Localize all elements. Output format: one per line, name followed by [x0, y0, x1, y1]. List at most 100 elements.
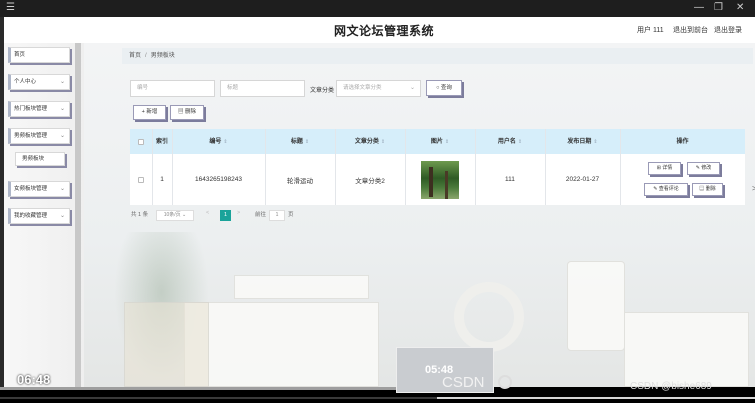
- input-placeholder: 标题: [227, 85, 239, 91]
- cell-title: 轮滑运动: [287, 177, 313, 185]
- delete-button-label: 删除: [185, 109, 197, 115]
- edit-button-label: 修改: [701, 165, 712, 171]
- app-window: 网文论坛管理系统 用户 111 退出到前台 退出登录 首页 个人中心 ⌄ 热门板…: [4, 17, 755, 387]
- sidebar-item-favorites[interactable]: 我的收藏管理 ⌄: [8, 208, 70, 224]
- video-progress-fill[interactable]: [0, 387, 438, 390]
- view-comments-button-label: 查看评论: [658, 186, 679, 192]
- select-placeholder: 请选择文章分类: [343, 85, 382, 91]
- logout-link[interactable]: 退出登录: [714, 25, 742, 35]
- background-cylinder: [567, 261, 625, 351]
- sort-icon[interactable]: ⇕: [305, 138, 309, 146]
- search-icon: ○: [436, 85, 440, 91]
- column-header-category[interactable]: 文章分类 ⇕: [335, 129, 405, 154]
- sidebar-item-label: 热门板块管理: [14, 106, 48, 112]
- article-thumbnail-image[interactable]: [421, 160, 459, 199]
- sort-icon[interactable]: ⇕: [445, 138, 449, 146]
- row-checkbox[interactable]: [138, 176, 144, 183]
- background-block: [234, 275, 369, 299]
- top-header: 网文论坛管理系统 用户 111 退出到前台 退出登录: [4, 17, 755, 43]
- add-button[interactable]: + 新增: [133, 105, 166, 120]
- cell-category: 文章分类2: [355, 177, 385, 185]
- cell-date: 2022-01-27: [565, 176, 600, 183]
- minimize-icon[interactable]: —: [694, 1, 704, 15]
- sort-icon[interactable]: ⇕: [223, 138, 227, 146]
- select-all-checkbox-cell[interactable]: [130, 129, 152, 154]
- page-size-value: 10条/页: [163, 212, 181, 218]
- column-header-index: 索引: [152, 129, 172, 154]
- detail-button[interactable]: ⊞ 详情: [648, 162, 681, 175]
- search-button-label: 查询: [440, 85, 452, 91]
- chevron-down-icon: ⌄: [59, 106, 65, 112]
- edit-icon: ✎: [695, 165, 700, 171]
- trash-icon: ▤: [699, 186, 705, 192]
- sidebar-item-label: 男频板块管理: [14, 133, 48, 139]
- column-header-label: 图片: [430, 138, 443, 145]
- background-block: [624, 312, 749, 387]
- prev-page-button[interactable]: <: [206, 210, 209, 216]
- row-checkbox-cell[interactable]: [130, 154, 152, 205]
- app-title: 网文论坛管理系统: [334, 24, 435, 38]
- column-header-username[interactable]: 用户名 ⇕: [475, 129, 545, 154]
- column-header-label: 编号: [209, 138, 222, 145]
- title-search-input[interactable]: 标题: [220, 80, 305, 97]
- page-1-button[interactable]: 1: [220, 210, 231, 221]
- close-icon[interactable]: ✕: [736, 1, 744, 15]
- column-header-label: 标题: [290, 138, 303, 145]
- video-current-time: 06:48: [17, 372, 51, 387]
- hamburger-icon[interactable]: ☰: [6, 1, 15, 15]
- sidebar-item-home[interactable]: 首页: [8, 47, 70, 63]
- column-header-label: 操作: [676, 138, 689, 145]
- edit-button[interactable]: ✎ 修改: [687, 162, 720, 175]
- number-search-input[interactable]: 编号: [130, 80, 215, 97]
- breadcrumb-current: 男频板块: [150, 53, 175, 59]
- batch-delete-button[interactable]: ▤ 删除: [170, 105, 204, 120]
- sidebar-item-label: 个人中心: [14, 79, 37, 85]
- watermark-csdn: CSDN: [442, 374, 485, 391]
- cell-image: [405, 154, 475, 205]
- sort-icon[interactable]: ⇕: [518, 138, 522, 146]
- column-header-number[interactable]: 编号 ⇕: [172, 129, 265, 154]
- current-user-label: 用户 111: [637, 27, 664, 34]
- column-header-title[interactable]: 标题 ⇕: [265, 129, 335, 154]
- page-size-select[interactable]: 10条/页 ⌄: [156, 210, 194, 221]
- column-header-label: 文章分类: [354, 138, 379, 145]
- sidebar-scrollbar[interactable]: [75, 43, 81, 387]
- sidebar-item-label: 首页: [14, 52, 26, 58]
- column-header-image[interactable]: 图片 ⇕: [405, 129, 475, 154]
- chevron-down-icon: ⌄: [59, 213, 65, 219]
- row-delete-button[interactable]: ▤ 删除: [692, 183, 723, 196]
- pagination-total: 共 1 条: [131, 212, 149, 218]
- chevron-down-icon: ⌄: [59, 186, 65, 192]
- category-select[interactable]: 请选择文章分类 ⌄: [336, 80, 421, 97]
- cell-username: 111: [505, 176, 515, 183]
- sidebar-item-label: 我的收藏管理: [14, 213, 48, 219]
- search-button[interactable]: ○ 查询: [426, 80, 462, 96]
- sidebar-item-label: 男频板块: [22, 156, 45, 162]
- watermark-logo-icon: [498, 375, 512, 389]
- sidebar-item-hot-board[interactable]: 热门板块管理 ⌄: [8, 101, 70, 117]
- column-header-label: 用户名: [497, 138, 516, 145]
- watermark-user: CSDN @bishe689: [630, 381, 712, 392]
- goto-suffix: 页: [288, 212, 294, 218]
- sidebar-subitem-male-board[interactable]: 男频板块: [15, 152, 65, 166]
- sidebar-item-male-board-management[interactable]: 男频板块管理 ⌄: [8, 128, 70, 144]
- next-page-button[interactable]: >: [237, 210, 240, 216]
- row-delete-button-label: 删除: [705, 186, 716, 192]
- restore-icon[interactable]: ❐: [714, 1, 723, 15]
- background-pedestal: [124, 302, 209, 387]
- category-filter-label: 文章分类: [310, 88, 335, 94]
- select-all-checkbox[interactable]: [138, 138, 144, 145]
- background-ring: [454, 282, 524, 352]
- data-table: 索引 编号 ⇕ 标题 ⇕ 文章分类 ⇕ 图片 ⇕ 用户名 ⇕ 发布日期 ⇕ 操作 1 164…: [130, 129, 745, 205]
- sort-icon[interactable]: ⇕: [381, 138, 385, 146]
- column-header-date[interactable]: 发布日期 ⇕: [545, 129, 620, 154]
- view-comments-button[interactable]: ✎ 查看评论: [644, 183, 688, 196]
- breadcrumb-home[interactable]: 首页: [129, 53, 141, 59]
- detail-button-label: 详情: [662, 165, 673, 171]
- sidebar-item-personal-center[interactable]: 个人中心 ⌄: [8, 74, 70, 90]
- sort-icon[interactable]: ⇕: [593, 138, 597, 146]
- sidebar-item-female-board-management[interactable]: 女频板块管理 ⌄: [8, 181, 70, 197]
- breadcrumb: 首页 / 男频板块: [122, 48, 753, 64]
- back-to-front-link[interactable]: 退出到前台: [673, 25, 708, 35]
- goto-page-input[interactable]: 1: [269, 210, 285, 221]
